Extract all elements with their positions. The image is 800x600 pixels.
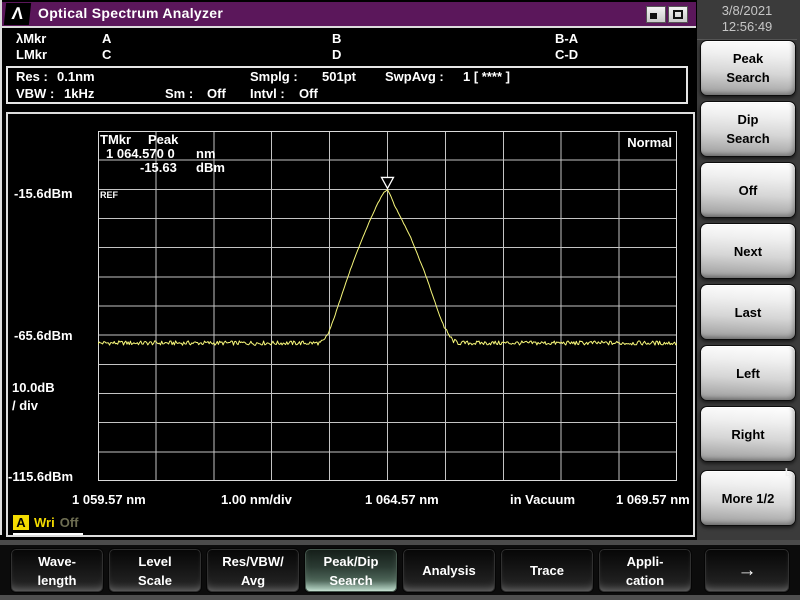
y-axis-bottom-label: -115.6dBm — [8, 469, 73, 484]
window-title: Optical Spectrum Analyzer — [38, 5, 223, 21]
datetime-display: 3/8/2021 12:56:49 — [697, 3, 797, 40]
function-tab-bar: Wave-length LevelScale Res/VBW/Avg Peak/… — [0, 540, 800, 600]
x-axis-div-label: 1.00 nm/div — [221, 492, 292, 507]
swpavg-label: SwpAvg : — [385, 69, 444, 84]
sm-value: Off — [207, 86, 226, 101]
tab-level-scale[interactable]: LevelScale — [108, 548, 202, 593]
right-button[interactable]: Right — [700, 406, 796, 462]
smplg-value: 501pt — [322, 69, 356, 84]
sm-label: Sm : — [165, 86, 193, 101]
next-button[interactable]: Next — [700, 223, 796, 279]
maximize-icon — [673, 10, 683, 19]
y-axis-scale-unit-label: / div — [12, 398, 38, 413]
last-button[interactable]: Last — [700, 284, 796, 340]
off-button[interactable]: Off — [700, 162, 796, 218]
anritsu-logo-icon: Λ — [4, 3, 31, 25]
tab-next-menu-arrow[interactable]: → — [704, 548, 790, 593]
y-axis-mid-label: -65.6dBm — [14, 328, 73, 343]
tab-trace[interactable]: Trace — [500, 548, 594, 593]
right-arrow-icon: → — [705, 561, 789, 580]
vbw-label: VBW : — [16, 86, 54, 101]
x-axis-right-label: 1 069.57 nm — [616, 492, 690, 507]
more-page-arrow-icon: ↳ — [783, 466, 794, 482]
tab-res-vbw-avg[interactable]: Res/VBW/Avg — [206, 548, 300, 593]
more-button[interactable]: More 1/2 — [700, 470, 796, 526]
res-label: Res : — [16, 69, 48, 84]
spectrum-trace-svg — [98, 131, 677, 481]
res-value: 0.1nm — [57, 69, 95, 84]
marker-a-label: A — [102, 31, 111, 46]
marker-d-label: D — [332, 47, 341, 62]
marker-row-wavelength: λMkr A B B-A — [2, 31, 696, 47]
peak-search-button[interactable]: Peak Search — [700, 40, 796, 96]
lambda-marker-label: λMkr — [16, 31, 46, 46]
marker-ba-label: B-A — [555, 31, 578, 46]
swpavg-value: 1 [ **** ] — [463, 69, 510, 84]
vbw-value: 1kHz — [64, 86, 94, 101]
dip-search-button[interactable]: Dip Search — [700, 101, 796, 157]
tmkr-level-value: -15.63 — [140, 160, 177, 175]
tab-analysis[interactable]: Analysis — [402, 548, 496, 593]
softkey-panel: 3/8/2021 12:56:49 Peak Search Dip Search… — [697, 0, 800, 540]
y-axis-ref-label: -15.6dBm — [14, 186, 73, 201]
intvl-value: Off — [299, 86, 318, 101]
x-axis-left-label: 1 059.57 nm — [72, 492, 146, 507]
tab-application[interactable]: Appli-cation — [598, 548, 692, 593]
minimize-icon — [650, 13, 657, 19]
left-button[interactable]: Left — [700, 345, 796, 401]
tmkr-label: TMkr — [100, 132, 131, 147]
trace-mode-label: Normal — [627, 135, 672, 150]
spectrum-display-frame: -15.6dBm -65.6dBm 10.0dB / div -115.6dBm… — [6, 112, 695, 537]
marker-c-label: C — [102, 47, 111, 62]
time-text: 12:56:49 — [697, 19, 797, 35]
x-axis-medium-label: in Vacuum — [510, 492, 575, 507]
tmkr-wavelength-unit: nm — [196, 146, 216, 161]
trace-write-mode: Wri — [34, 515, 55, 530]
marker-b-label: B — [332, 31, 341, 46]
trace-status-indicator: A Wri Off — [13, 512, 83, 535]
measurement-settings-box: Res : 0.1nm Smplg : 501pt SwpAvg : 1 [ *… — [6, 66, 688, 104]
x-axis-center-label: 1 064.57 nm — [365, 492, 439, 507]
trace-a-badge: A — [13, 515, 29, 530]
tab-peak-dip-search[interactable]: Peak/DipSearch — [304, 548, 398, 593]
smplg-label: Smplg : — [250, 69, 298, 84]
tmkr-level-unit: dBm — [196, 160, 225, 175]
trace-write-state: Off — [60, 515, 79, 530]
title-bar: Λ Optical Spectrum Analyzer — [2, 2, 696, 28]
y-axis-scale-label: 10.0dB — [12, 380, 55, 395]
tmkr-wavelength-value: 1 064.570 0 — [106, 146, 175, 161]
level-marker-label: LMkr — [16, 47, 47, 62]
maximize-button[interactable] — [668, 6, 688, 23]
spectrum-plot-area: TMkr Peak 1 064.570 0 nm -15.63 dBm Norm… — [98, 131, 677, 481]
intvl-label: Intvl : — [250, 86, 285, 101]
marker-row-level: LMkr C D C-D — [2, 47, 696, 63]
ref-line-label: REF — [100, 190, 118, 200]
tmkr-type: Peak — [148, 132, 178, 147]
tab-wavelength[interactable]: Wave-length — [10, 548, 104, 593]
date-text: 3/8/2021 — [697, 3, 797, 19]
marker-cd-label: C-D — [555, 47, 578, 62]
osa-screen: Λ Optical Spectrum Analyzer λMkr A B B-A… — [0, 0, 800, 600]
minimize-button[interactable] — [646, 6, 666, 23]
window-left-border — [0, 0, 2, 535]
